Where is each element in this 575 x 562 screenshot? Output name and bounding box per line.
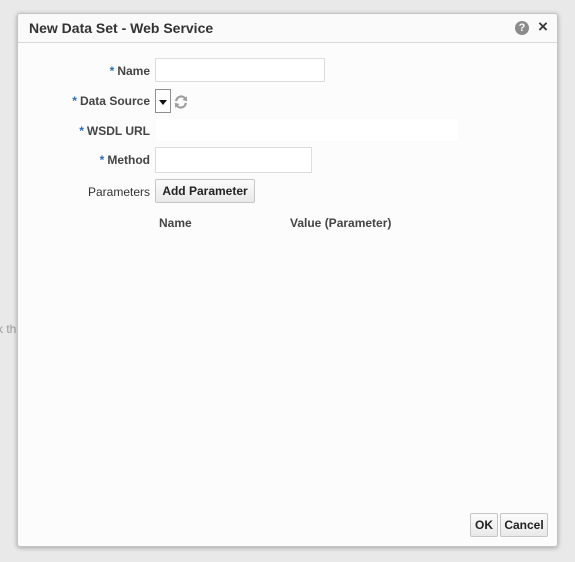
method-input[interactable] xyxy=(155,147,312,173)
data-source-select[interactable] xyxy=(155,89,171,113)
wsdl-url-input[interactable] xyxy=(155,118,459,142)
data-source-label-text: Data Source xyxy=(79,94,150,108)
dropdown-arrow-icon xyxy=(159,100,167,105)
wsdl-url-label: * WSDL URL xyxy=(18,124,150,138)
help-icon[interactable]: ? xyxy=(515,21,529,35)
name-input[interactable] xyxy=(155,58,325,82)
dialog-titlebar: New Data Set - Web Service ? × xyxy=(18,14,557,43)
ok-button[interactable]: OK xyxy=(470,513,498,537)
dialog-title: New Data Set - Web Service xyxy=(29,20,214,36)
close-icon[interactable]: × xyxy=(536,18,550,36)
new-data-set-dialog: New Data Set - Web Service ? × * Name * Da… xyxy=(17,13,558,547)
method-label-text: Method xyxy=(107,153,150,167)
name-label: * Name xyxy=(18,64,150,78)
background-partial-text: k th xyxy=(0,322,17,336)
required-marker: * xyxy=(109,64,115,78)
column-header-name: Name xyxy=(159,216,192,230)
required-marker: * xyxy=(72,94,77,108)
add-parameter-button[interactable]: Add Parameter xyxy=(155,179,255,203)
required-marker: * xyxy=(79,124,84,138)
name-label-text: Name xyxy=(117,64,150,78)
cancel-button[interactable]: Cancel xyxy=(500,513,548,537)
wsdl-url-label-text: WSDL URL xyxy=(86,124,150,138)
data-source-label: * Data Source xyxy=(18,94,150,108)
required-marker: * xyxy=(99,153,105,167)
column-header-value: Value (Parameter) xyxy=(290,216,392,230)
refresh-icon[interactable] xyxy=(173,94,189,110)
method-label: * Method xyxy=(18,153,150,167)
parameters-label: Parameters xyxy=(87,185,150,199)
